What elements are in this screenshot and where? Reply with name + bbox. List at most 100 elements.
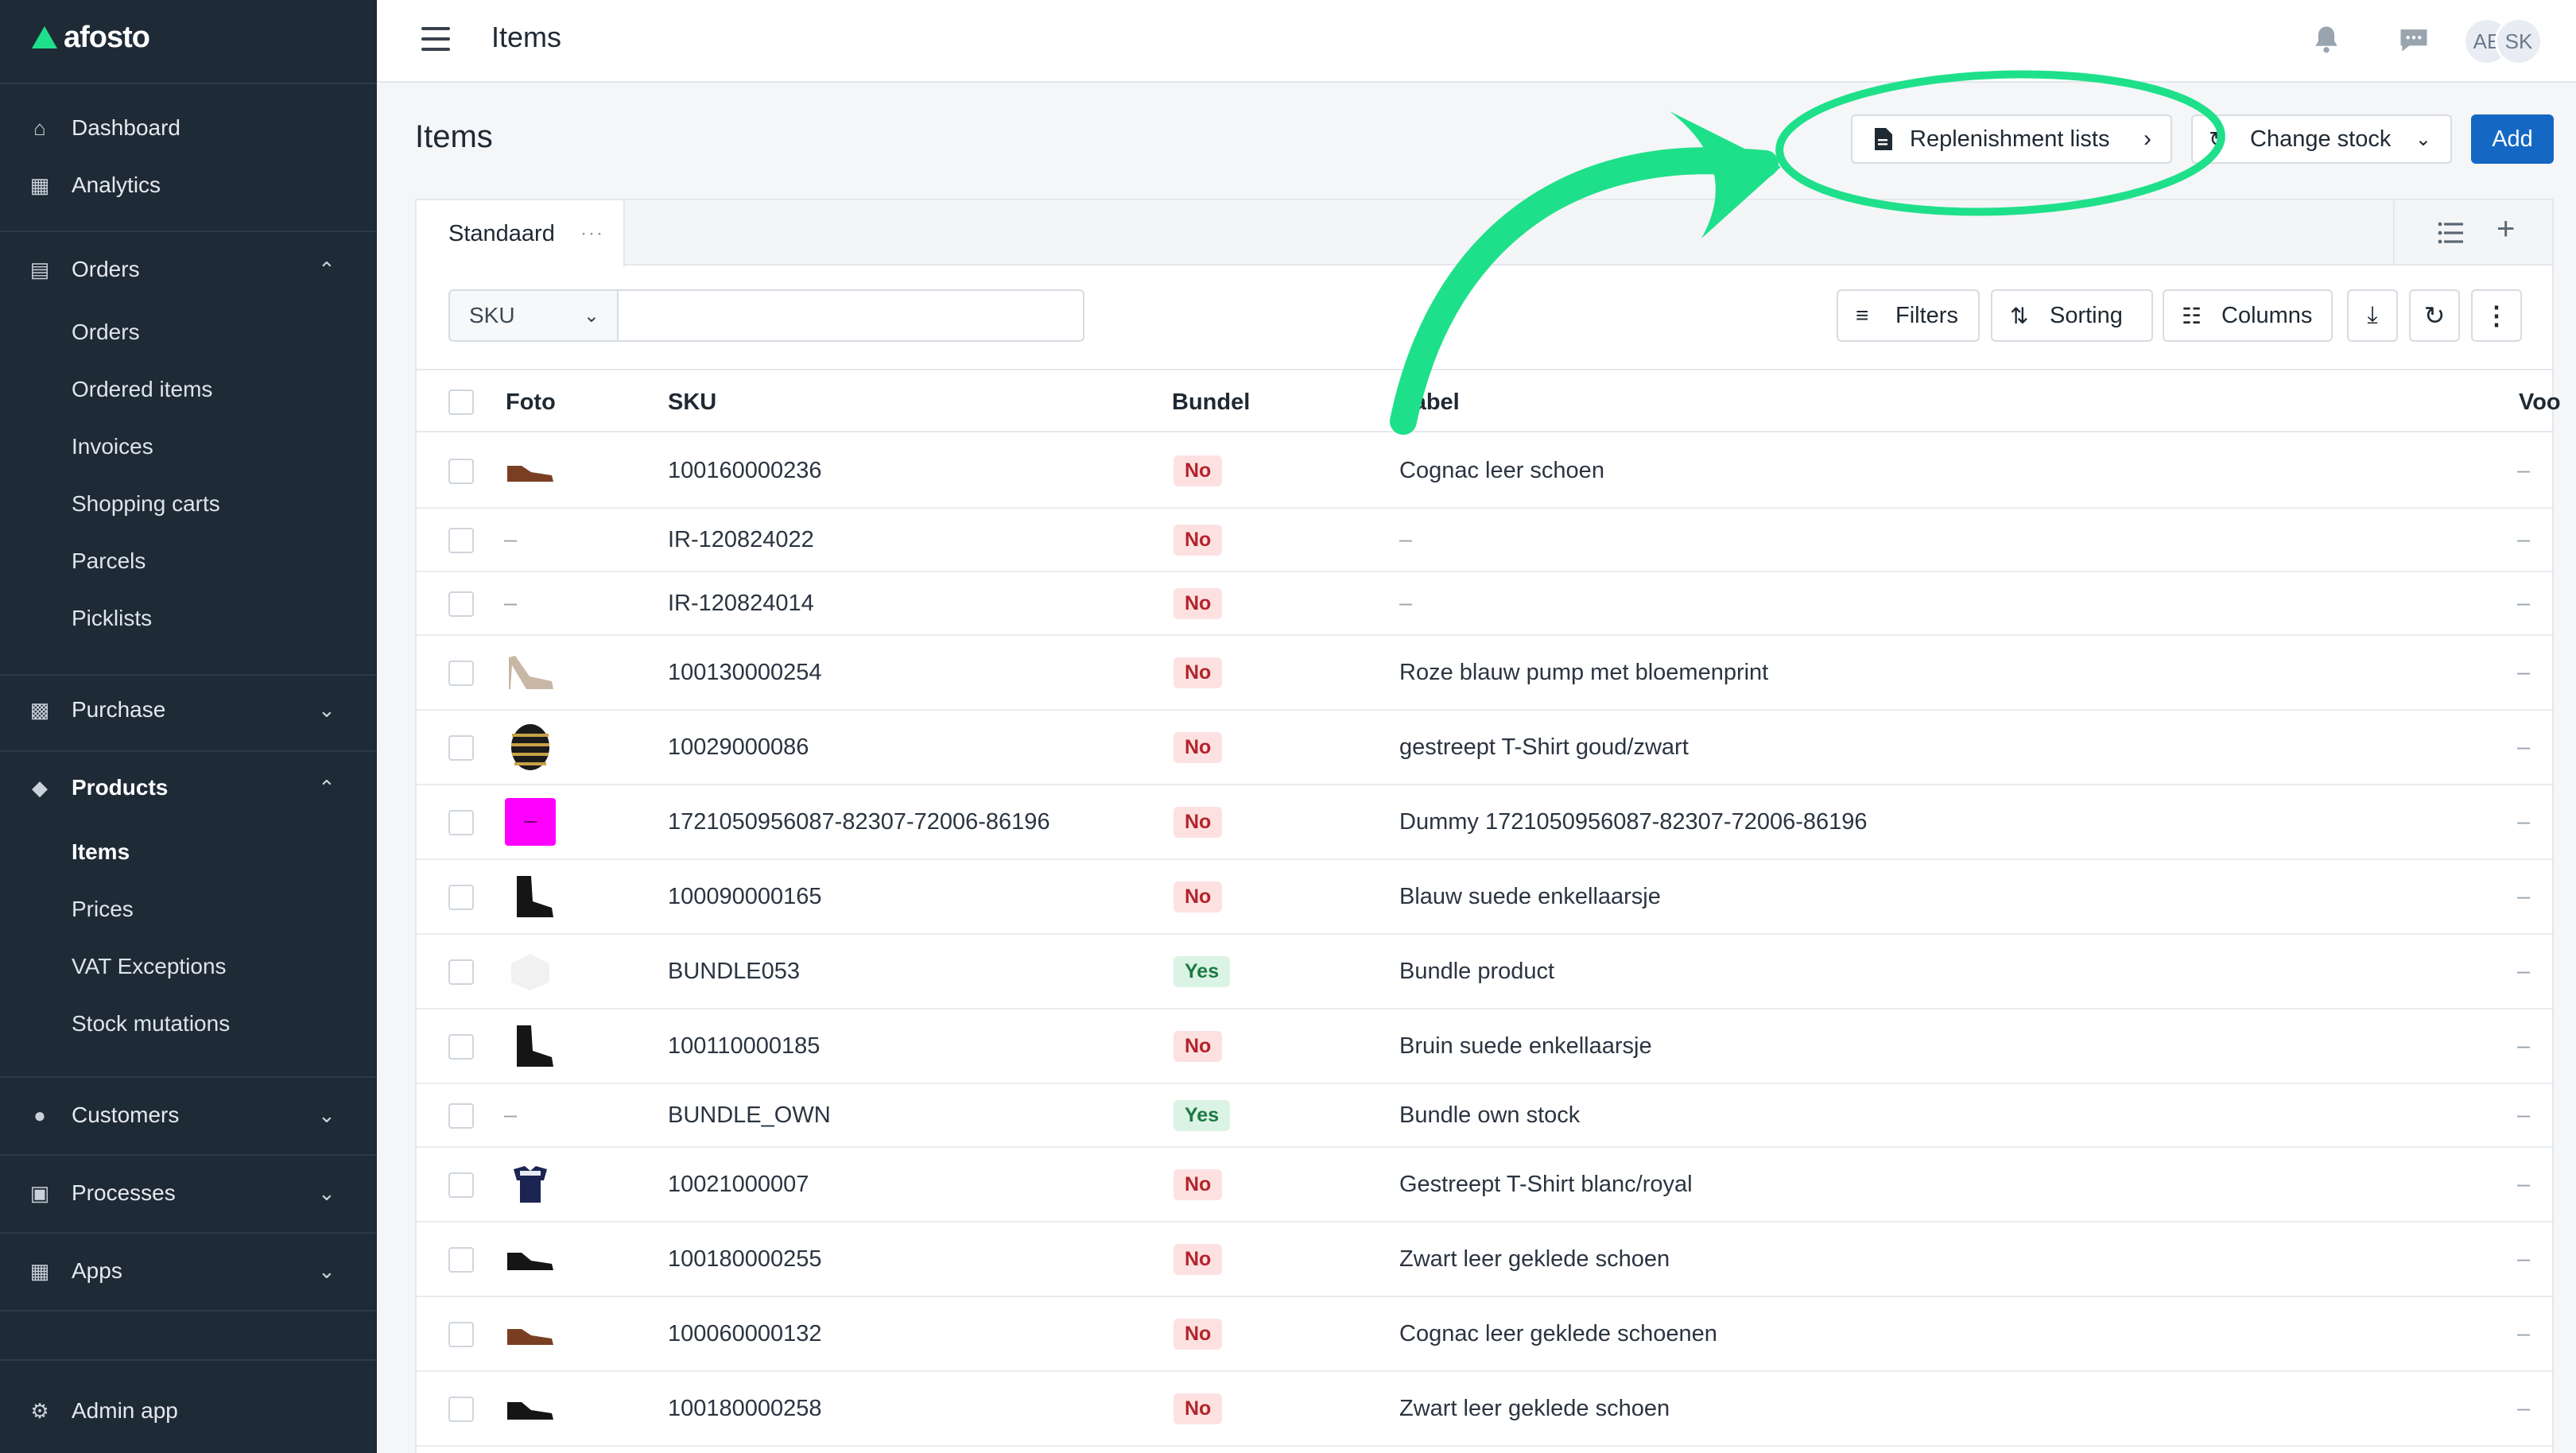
sku-cell[interactable]: 100110000185 [668,1009,820,1083]
sidebar-item-dashboard[interactable]: ⌂ Dashboard [0,102,377,154]
sidebar-item-purchase[interactable]: ▩ Purchase ⌄ [0,684,377,736]
table-row[interactable]: – IR-120824022 No – – [417,509,2552,572]
stock-cell: – [2517,1395,2531,1421]
sidebar-subitem-vat-exceptions[interactable]: VAT Exceptions [0,941,377,992]
add-button[interactable]: Add [2471,114,2554,164]
table-row[interactable]: 1721050956087-82307-72006-86196 No Dummy 1… [417,785,2552,860]
column-header-photo[interactable]: Foto [506,370,556,434]
sidebar-item-products[interactable]: ◆ Products ⌃ [0,761,377,814]
sku-cell[interactable]: 100130000254 [668,636,822,709]
search-input[interactable] [617,289,1084,342]
sku-cell[interactable]: 100060000132 [668,1297,822,1370]
row-checkbox[interactable] [448,1172,474,1198]
table-row[interactable]: 100180000258 No Zwart leer geklede schoen – [417,1372,2552,1447]
table-row[interactable]: 10029000086 No gestreept T-Shirt goud/zwar… [417,711,2552,785]
bell-icon[interactable] [2309,22,2344,57]
sku-cell[interactable]: 100180000258 [668,1372,822,1445]
sidebar-subitem-prices[interactable]: Prices [0,884,377,935]
table-row[interactable]: – IR-120824014 No – – [417,572,2552,636]
sidebar-subitem-orders[interactable]: Orders [0,307,377,358]
replenishment-lists-button[interactable]: Replenishment lists › [1851,114,2172,164]
row-checkbox[interactable] [448,735,474,761]
label-cell: Zwart leer geklede schoen [1399,1395,1670,1421]
label-cell: Bundle own stock [1399,1102,1581,1128]
change-stock-button[interactable]: ↻ Change stock ⌄ [2191,114,2452,164]
row-checkbox[interactable] [448,1034,474,1060]
sku-cell[interactable]: 100090000165 [668,860,822,933]
column-header-stock[interactable]: Voo [2519,370,2561,434]
chat-icon[interactable] [2396,22,2431,57]
row-checkbox[interactable] [448,528,474,553]
sku-cell[interactable]: IR-120824022 [668,509,814,571]
status-badge: No [1174,1168,1223,1200]
row-checkbox[interactable] [448,959,474,985]
table-row[interactable]: 10021000007 No Gestreept T-Shirt blanc/roy… [417,1148,2552,1222]
sidebar-item-customers[interactable]: ● Customers ⌄ [0,1089,377,1141]
sidebar-divider [0,231,377,232]
column-header-bundle[interactable]: Bundel [1172,370,1250,434]
table-row[interactable]: – BUNDLE_OWN Yes Bundle own stock – [417,1084,2552,1148]
table-row[interactable]: 100060000132 No Cognac leer geklede schoen… [417,1297,2552,1372]
row-checkbox[interactable] [448,591,474,617]
row-checkbox[interactable] [448,1247,474,1273]
sidebar-subitem-stock-mutations[interactable]: Stock mutations [0,998,377,1049]
search-field-select[interactable]: SKU ⌄ [448,289,619,342]
tag-icon: ◆ [32,775,48,800]
sidebar-subitem-items[interactable]: Items [0,827,377,878]
more-icon[interactable]: ··· [580,223,604,245]
sidebar-item-analytics[interactable]: ▦ Analytics [0,159,377,211]
sidebar-subitem-ordered-items[interactable]: Ordered items [0,364,377,415]
download-icon[interactable]: ⤓ [2347,289,2398,342]
sku-cell[interactable]: BUNDLE_OWN [668,1084,831,1146]
label-cell: Cognac leer geklede schoenen [1399,1320,1717,1346]
more-vertical-icon[interactable]: ⋮ [2471,289,2522,342]
avatar[interactable]: SK [2495,17,2543,65]
table-row[interactable]: 100160000236 No Cognac leer schoen – [417,434,2552,509]
table-row[interactable]: BUNDLE053 Yes Bundle product – [417,935,2552,1009]
sku-cell[interactable]: 100180000255 [668,1222,822,1296]
sidebar-item-orders[interactable]: ▤ Orders ⌃ [0,243,377,296]
row-checkbox[interactable] [448,661,474,686]
sku-cell[interactable]: IR-120824014 [668,572,814,634]
sidebar-subitem-picklists[interactable]: Picklists [0,593,377,644]
column-header-label[interactable]: Label [1399,370,1460,434]
table-row[interactable]: 100110000185 No Bruin suede enkellaarsje – [417,1009,2552,1084]
select-all-checkbox[interactable] [448,389,474,415]
bundle-cell: No [1174,860,1223,933]
table-row[interactable]: 100180000255 No Zwart leer geklede schoen – [417,1222,2552,1297]
sku-cell[interactable]: 100160000236 [668,434,822,507]
logo-mark-icon [32,26,57,48]
columns-button[interactable]: ☷ Columns [2163,289,2333,342]
sidebar-item-processes[interactable]: ▣ Processes ⌄ [0,1167,377,1219]
row-checkbox[interactable] [448,810,474,835]
column-header-sku[interactable]: SKU [668,370,716,434]
bundle-cell: No [1174,1148,1223,1221]
sorting-button[interactable]: ⇅ Sorting [1991,289,2153,342]
sidebar-item-label: Admin app [72,1398,178,1423]
table-row[interactable]: 100130000254 No Roze blauw pump met bloeme… [417,636,2552,711]
sidebar-subitem-parcels[interactable]: Parcels [0,536,377,587]
row-checkbox[interactable] [448,1397,474,1422]
sku-cell[interactable]: 10021000007 [668,1148,809,1221]
sidebar-subitem-invoices[interactable]: Invoices [0,421,377,472]
sidebar-item-admin-app[interactable]: ⚙ Admin app [0,1385,377,1437]
filters-button[interactable]: ≡ Filters [1837,289,1980,342]
row-checkbox[interactable] [448,1322,474,1347]
tab-standaard[interactable]: Standaard ··· [417,200,625,267]
table-row[interactable]: 100090000165 No Blauw suede enkellaarsje – [417,860,2552,935]
sku-cell[interactable]: 10029000086 [668,711,809,784]
sidebar-item-apps[interactable]: ▦ Apps ⌄ [0,1245,377,1297]
sidebar-subitem-shopping-carts[interactable]: Shopping carts [0,479,377,529]
row-checkbox[interactable] [448,1103,474,1129]
plus-icon[interactable]: + [2496,211,2515,247]
sidebar-item-label: Stock mutations [72,1011,231,1036]
sku-cell[interactable]: 1721050956087-82307-72006-86196 [668,785,1050,858]
sku-cell[interactable]: BUNDLE053 [668,935,800,1008]
afosto-logo[interactable]: afosto [32,17,150,57]
row-checkbox[interactable] [448,885,474,910]
row-checkbox[interactable] [448,459,474,484]
label-cell: Roze blauw pump met bloemenprint [1399,659,1769,685]
list-icon[interactable] [2438,221,2463,245]
menu-icon[interactable] [421,27,450,51]
refresh-icon[interactable]: ↻ [2409,289,2460,342]
